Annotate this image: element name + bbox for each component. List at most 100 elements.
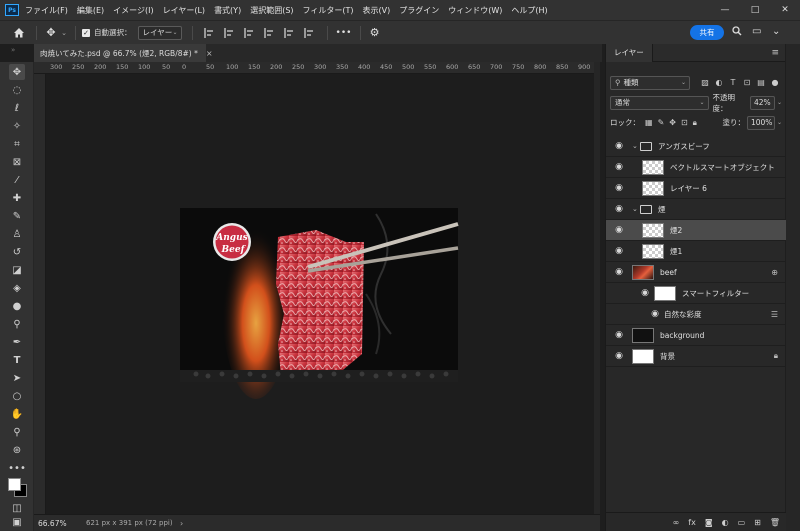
layer-row[interactable]: ◉ 煙2 — [606, 220, 786, 241]
magic-wand-tool-icon[interactable]: ✧ — [9, 118, 25, 134]
menu-edit[interactable]: 編集(E) — [77, 5, 104, 16]
pixel-filter-icon[interactable]: ▨ — [698, 78, 712, 87]
layer-row[interactable]: ◉ 煙1 — [606, 241, 786, 262]
more-options-button[interactable]: ••• — [334, 28, 354, 38]
adjustment-layer-icon[interactable]: ◐ — [722, 518, 729, 527]
workspace-icon[interactable]: ▭ — [752, 26, 761, 37]
canvas-area[interactable]: Angus Beef — [46, 74, 600, 514]
eye-icon[interactable]: ◉ — [650, 309, 660, 319]
close-window-button[interactable]: ✕ — [770, 0, 800, 20]
layer-row[interactable]: ◉ ⌄ アンガスビーフ — [606, 136, 786, 157]
share-button[interactable]: 共有 — [690, 25, 724, 40]
chevron-down-icon[interactable]: ⌄ — [59, 29, 69, 37]
eye-icon[interactable]: ◉ — [614, 246, 624, 256]
auto-select-target-dropdown[interactable]: レイヤー ⌄ — [137, 25, 182, 40]
move-icon[interactable]: ✥ — [43, 26, 59, 39]
layer-row[interactable]: ◉ 背景 🔒︎ — [606, 346, 786, 367]
eye-icon[interactable]: ◉ — [614, 330, 624, 340]
menu-plugins[interactable]: プラグイン — [399, 5, 439, 16]
history-brush-tool-icon[interactable]: ↺ — [9, 244, 25, 260]
chevron-down-icon[interactable]: ⌄ — [632, 205, 638, 213]
dodge-tool-icon[interactable]: ⚲ — [9, 316, 25, 332]
menu-help[interactable]: ヘルプ(H) — [511, 5, 547, 16]
shape-filter-icon[interactable]: ⊡ — [740, 78, 754, 87]
eye-icon[interactable]: ◉ — [614, 162, 624, 172]
menu-file[interactable]: ファイル(F) — [25, 5, 68, 16]
type-tool-icon[interactable]: T — [9, 352, 25, 368]
eye-icon[interactable]: ◉ — [614, 267, 624, 277]
eye-icon[interactable]: ◉ — [614, 204, 624, 214]
eye-icon[interactable]: ◉ — [614, 351, 624, 361]
filter-toggle-icon[interactable]: ● — [768, 78, 782, 87]
ellipse-tool-icon[interactable]: ○ — [9, 388, 25, 404]
smart-filter-badge-icon[interactable]: ⊕ — [771, 268, 778, 277]
auto-select-checkbox[interactable]: ✓ — [82, 28, 90, 37]
menu-filter[interactable]: フィルター(T) — [303, 5, 354, 16]
link-layers-icon[interactable]: ∞ — [673, 518, 680, 527]
layer-row[interactable]: ◉ beef ⊕ — [606, 262, 786, 283]
adjustment-filter-icon[interactable]: ◐ — [712, 78, 726, 87]
frame-tool-icon[interactable]: ⊠ — [9, 154, 25, 170]
menu-image[interactable]: イメージ(I) — [113, 5, 153, 16]
panel-menu-icon[interactable]: ≡ — [771, 48, 779, 58]
filter-kind-dropdown[interactable]: ⚲ 種類 ⌄ — [610, 75, 690, 90]
minimize-button[interactable]: — — [710, 0, 740, 20]
more-tools-icon[interactable]: ••• — [8, 460, 26, 476]
eye-icon[interactable]: ◉ — [614, 225, 624, 235]
align-top-icon[interactable] — [263, 27, 274, 38]
opacity-field[interactable]: 42% — [749, 95, 775, 110]
menu-view[interactable]: 表示(V) — [363, 5, 391, 16]
pen-tool-icon[interactable]: ✒ — [9, 334, 25, 350]
tab-layers[interactable]: レイヤー — [606, 43, 653, 62]
lock-artboard-icon[interactable]: ⊡ — [681, 118, 688, 127]
align-bottom-icon[interactable] — [303, 27, 314, 38]
search-icon[interactable] — [732, 26, 742, 39]
new-layer-icon[interactable]: ⊞ — [754, 518, 761, 527]
home-icon[interactable] — [8, 27, 30, 38]
align-center-icon[interactable] — [223, 27, 234, 38]
trash-icon[interactable]: 🗑︎ — [770, 518, 780, 527]
status-arrow-icon[interactable]: › — [180, 519, 183, 528]
eye-icon[interactable]: ◉ — [640, 288, 650, 298]
hand-tool-icon[interactable]: ✋ — [9, 406, 25, 422]
chevron-down-icon[interactable]: ⌄ — [632, 142, 638, 150]
vertical-scrollbar[interactable] — [594, 62, 600, 514]
crop-tool-icon[interactable]: ⌗ — [9, 136, 25, 152]
lasso-tool-icon[interactable]: ℓ — [9, 100, 25, 116]
lock-image-icon[interactable]: ✎ — [658, 118, 665, 127]
layer-row[interactable]: ◉ ⌄ 煙 — [606, 199, 786, 220]
layer-row[interactable]: ◉ background — [606, 325, 786, 346]
fill-field[interactable]: 100% — [746, 115, 775, 130]
document-tab[interactable]: 肉焼いてみた.psd @ 66.7% (煙2, RGB/8#) * × — [34, 44, 213, 62]
maximize-button[interactable]: □ — [740, 0, 770, 20]
lock-all-icon[interactable]: 🔒︎ — [693, 118, 697, 128]
layer-style-icon[interactable]: fx — [688, 518, 696, 527]
align-right-icon[interactable] — [243, 27, 254, 38]
workspace-chevron-icon[interactable]: ⌄ — [772, 26, 780, 37]
align-middle-icon[interactable] — [283, 27, 294, 38]
menu-window[interactable]: ウィンドウ(W) — [448, 5, 502, 16]
eye-icon[interactable]: ◉ — [614, 183, 624, 193]
lock-position-icon[interactable]: ✥ — [669, 118, 676, 127]
chevron-down-icon[interactable]: ⌄ — [777, 99, 782, 106]
move-tool-icon[interactable]: ✥ — [9, 64, 25, 80]
healing-brush-tool-icon[interactable]: ✚ — [9, 190, 25, 206]
new-group-icon[interactable]: ▭ — [738, 518, 746, 527]
align-left-icon[interactable] — [203, 27, 214, 38]
edit-toolbar-icon[interactable]: ⊛ — [9, 442, 25, 458]
blend-mode-dropdown[interactable]: 通常 ⌄ — [610, 95, 709, 110]
marquee-tool-icon[interactable]: ◌ — [9, 82, 25, 98]
menu-type[interactable]: 書式(Y) — [214, 5, 241, 16]
screen-mode-icon[interactable]: ▣ — [9, 514, 25, 530]
layer-row[interactable]: ◉ スマートフィルター — [606, 283, 786, 304]
menu-layer[interactable]: レイヤー(L) — [163, 5, 205, 16]
layer-row[interactable]: ◉ ベクトルスマートオブジェクト — [606, 157, 786, 178]
brush-tool-icon[interactable]: ✎ — [9, 208, 25, 224]
chevron-down-icon[interactable]: ⌄ — [777, 119, 782, 126]
gear-icon[interactable]: ⚙ — [367, 26, 383, 39]
type-filter-icon[interactable]: T — [726, 78, 740, 87]
lock-transparent-icon[interactable]: ▦ — [645, 118, 653, 127]
stamp-tool-icon[interactable]: ♙ — [9, 226, 25, 242]
eye-icon[interactable]: ◉ — [614, 141, 624, 151]
add-mask-icon[interactable]: ◙ — [705, 518, 713, 527]
